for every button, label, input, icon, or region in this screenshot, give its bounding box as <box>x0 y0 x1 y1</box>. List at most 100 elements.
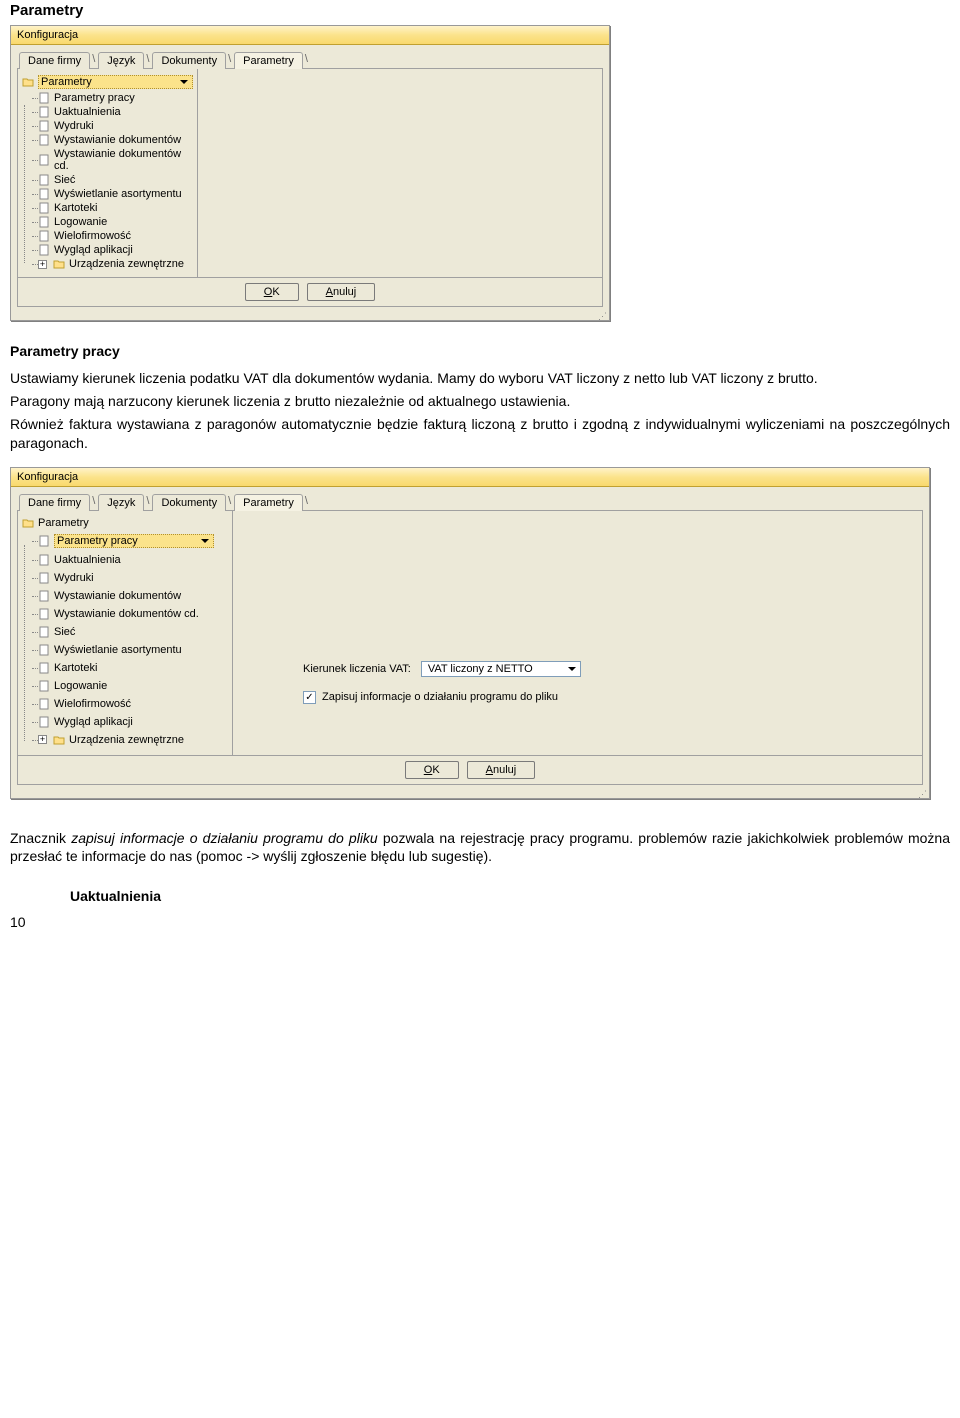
tree-item-label: Wygląd aplikacji <box>54 716 133 728</box>
file-icon <box>38 120 50 132</box>
heading-parametry-pracy: Parametry pracy <box>10 343 950 359</box>
tree-item[interactable]: Logowanie <box>38 677 228 695</box>
tree-item-label: Uaktualnienia <box>54 106 121 118</box>
tree-item[interactable]: Wystawianie dokumentów <box>38 587 228 605</box>
tree-item[interactable]: Uaktualnienia <box>38 105 193 119</box>
tab-dane-firmy[interactable]: Dane firmy <box>19 494 90 511</box>
tree-item[interactable]: Parametry pracy <box>38 531 228 551</box>
tab-separator: \ <box>89 493 98 510</box>
tree-item-label: Parametry pracy <box>54 534 214 548</box>
cancel-button[interactable]: Anuluj <box>307 283 376 301</box>
paragraph: Ustawiamy kierunek liczenia podatku VAT … <box>10 369 950 388</box>
tree-item-label: Sieć <box>54 174 75 186</box>
resize-grip-icon[interactable]: ⋰ <box>11 791 929 798</box>
resize-grip-icon[interactable]: ⋰ <box>11 313 609 320</box>
tree-item[interactable]: Wydruki <box>38 119 193 133</box>
tree-item[interactable]: Wyświetlanie asortymentu <box>38 187 193 201</box>
tab-separator: \ <box>143 51 152 68</box>
tree-item[interactable]: Sieć <box>38 623 228 641</box>
tree-item-label: Wystawianie dokumentów <box>54 134 181 146</box>
tab-dokumenty[interactable]: Dokumenty <box>152 52 226 69</box>
tree-item-folder[interactable]: + Urządzenia zewnętrzne <box>38 731 228 749</box>
expand-icon[interactable]: + <box>38 735 47 744</box>
log-checkbox[interactable]: ✓ <box>303 691 316 704</box>
tree-item[interactable]: Logowanie <box>38 215 193 229</box>
folder-open-icon <box>22 76 34 88</box>
folder-open-icon <box>22 517 34 529</box>
tree-item-label: Wystawianie dokumentów cd. <box>54 608 199 620</box>
file-icon <box>38 608 50 620</box>
tree-item-label: Logowanie <box>54 216 107 228</box>
file-icon <box>38 188 50 200</box>
paragraph: Paragony mają narzucony kierunek liczeni… <box>10 392 950 411</box>
window-title: Konfiguracja <box>11 468 929 487</box>
tree-item[interactable]: Wystawianie dokumentów cd. <box>38 605 228 623</box>
tree-item-label: Wydruki <box>54 120 94 132</box>
heading-parametry: Parametry <box>10 2 950 19</box>
tree-item-label: Logowanie <box>54 680 107 692</box>
tree-item[interactable]: Wyświetlanie asortymentu <box>38 641 228 659</box>
tree-panel: Parametry Parametry pracy Uaktualnienia <box>18 69 198 277</box>
tree-item-label: Sieć <box>54 626 75 638</box>
tree-item-label: Wystawianie dokumentów <box>54 590 181 602</box>
tab-parametry[interactable]: Parametry <box>234 494 303 511</box>
file-icon <box>38 216 50 228</box>
tree-item[interactable]: Wielofirmowość <box>38 229 193 243</box>
button-row: OK Anuluj <box>18 755 922 784</box>
ok-button[interactable]: OK <box>405 761 459 779</box>
tab-separator: \ <box>302 493 311 510</box>
tree-item[interactable]: Kartoteki <box>38 659 228 677</box>
vat-select[interactable]: VAT liczony z NETTO <box>421 661 581 677</box>
folder-icon <box>53 258 65 270</box>
tree-root-label: Parametry <box>38 517 89 529</box>
tree-item-label: Wielofirmowość <box>54 230 131 242</box>
tree-item-label: Wygląd aplikacji <box>54 244 133 256</box>
tabs-row: Dane firmy \ Język \ Dokumenty \ Paramet… <box>11 487 929 510</box>
tree-item[interactable]: Wygląd aplikacji <box>38 243 193 257</box>
heading-uaktualnienia: Uaktualnienia <box>70 888 950 904</box>
paragraph: Również faktura wystawiana z paragonów a… <box>10 415 950 453</box>
ok-button[interactable]: OK <box>245 283 299 301</box>
checkmark-icon: ✓ <box>305 692 313 703</box>
tab-separator: \ <box>225 51 234 68</box>
paragraph: Znacznik zapisuj informacje o działaniu … <box>10 829 950 867</box>
tree-item[interactable]: Wygląd aplikacji <box>38 713 228 731</box>
tree-item[interactable]: Sieć <box>38 173 193 187</box>
tree-item[interactable]: Wielofirmowość <box>38 695 228 713</box>
tree-root[interactable]: Parametry <box>22 75 193 89</box>
tree-item-folder[interactable]: + Urządzenia zewnętrzne <box>38 257 193 271</box>
tab-jezyk[interactable]: Język <box>98 494 144 511</box>
page-number: 10 <box>10 914 950 930</box>
cancel-button[interactable]: Anuluj <box>467 761 536 779</box>
file-icon <box>38 106 50 118</box>
tree-item[interactable]: Uaktualnienia <box>38 551 228 569</box>
file-icon <box>38 535 50 547</box>
tree-item[interactable]: Wydruki <box>38 569 228 587</box>
file-icon <box>38 154 50 166</box>
config-window-1: Konfiguracja Dane firmy \ Język \ Dokume… <box>10 25 610 321</box>
tree-item-label: Wydruki <box>54 572 94 584</box>
tree-item[interactable]: Wystawianie dokumentów <box>38 133 193 147</box>
vat-label: Kierunek liczenia VAT: <box>303 663 411 675</box>
tab-separator: \ <box>143 493 152 510</box>
config-window-2: Konfiguracja Dane firmy \ Język \ Dokume… <box>10 467 930 799</box>
tree-item-label: Wystawianie dokumentów cd. <box>54 148 193 172</box>
tabs-row: Dane firmy \ Język \ Dokumenty \ Paramet… <box>11 45 609 68</box>
tree-item[interactable]: Wystawianie dokumentów cd. <box>38 147 193 173</box>
tab-jezyk[interactable]: Język <box>98 52 144 69</box>
tree-item[interactable]: Parametry pracy <box>38 91 193 105</box>
tab-separator: \ <box>225 493 234 510</box>
tab-dokumenty[interactable]: Dokumenty <box>152 494 226 511</box>
file-icon <box>38 590 50 602</box>
tree-item-label: Parametry pracy <box>54 92 135 104</box>
file-icon <box>38 134 50 146</box>
expand-icon[interactable]: + <box>38 260 47 269</box>
tab-separator: \ <box>89 51 98 68</box>
tab-parametry[interactable]: Parametry <box>234 52 303 69</box>
file-icon <box>38 572 50 584</box>
file-icon <box>38 716 50 728</box>
tab-dane-firmy[interactable]: Dane firmy <box>19 52 90 69</box>
tree-item[interactable]: Kartoteki <box>38 201 193 215</box>
tree-root[interactable]: Parametry <box>22 517 228 529</box>
file-icon <box>38 230 50 242</box>
